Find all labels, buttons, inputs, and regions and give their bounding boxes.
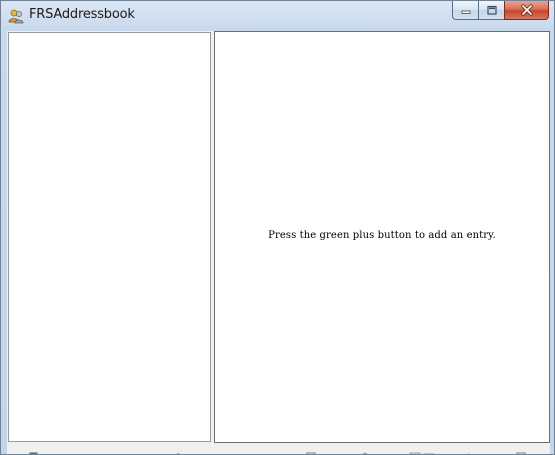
maximize-button[interactable] [478,1,504,20]
title-bar[interactable]: FRSAddressbook [1,1,554,30]
maximize-icon [486,5,497,15]
minimize-button[interactable] [452,1,478,20]
bottom-toolbar [7,443,550,454]
close-button[interactable] [504,1,549,20]
close-icon [520,4,533,16]
client-area: Press the green plus button to add an en… [7,31,550,454]
entry-detail-pane[interactable]: Press the green plus button to add an en… [214,31,550,443]
minimize-icon [461,10,470,14]
app-window: FRSAddressbook Press the green plus butt… [0,0,555,455]
empty-hint-message: Press the green plus button to add an en… [268,230,496,241]
caption-buttons [452,1,549,21]
entry-list-pane[interactable] [8,32,211,442]
window-title: FRSAddressbook [29,7,135,22]
addressbook-people-icon[interactable] [8,8,24,24]
